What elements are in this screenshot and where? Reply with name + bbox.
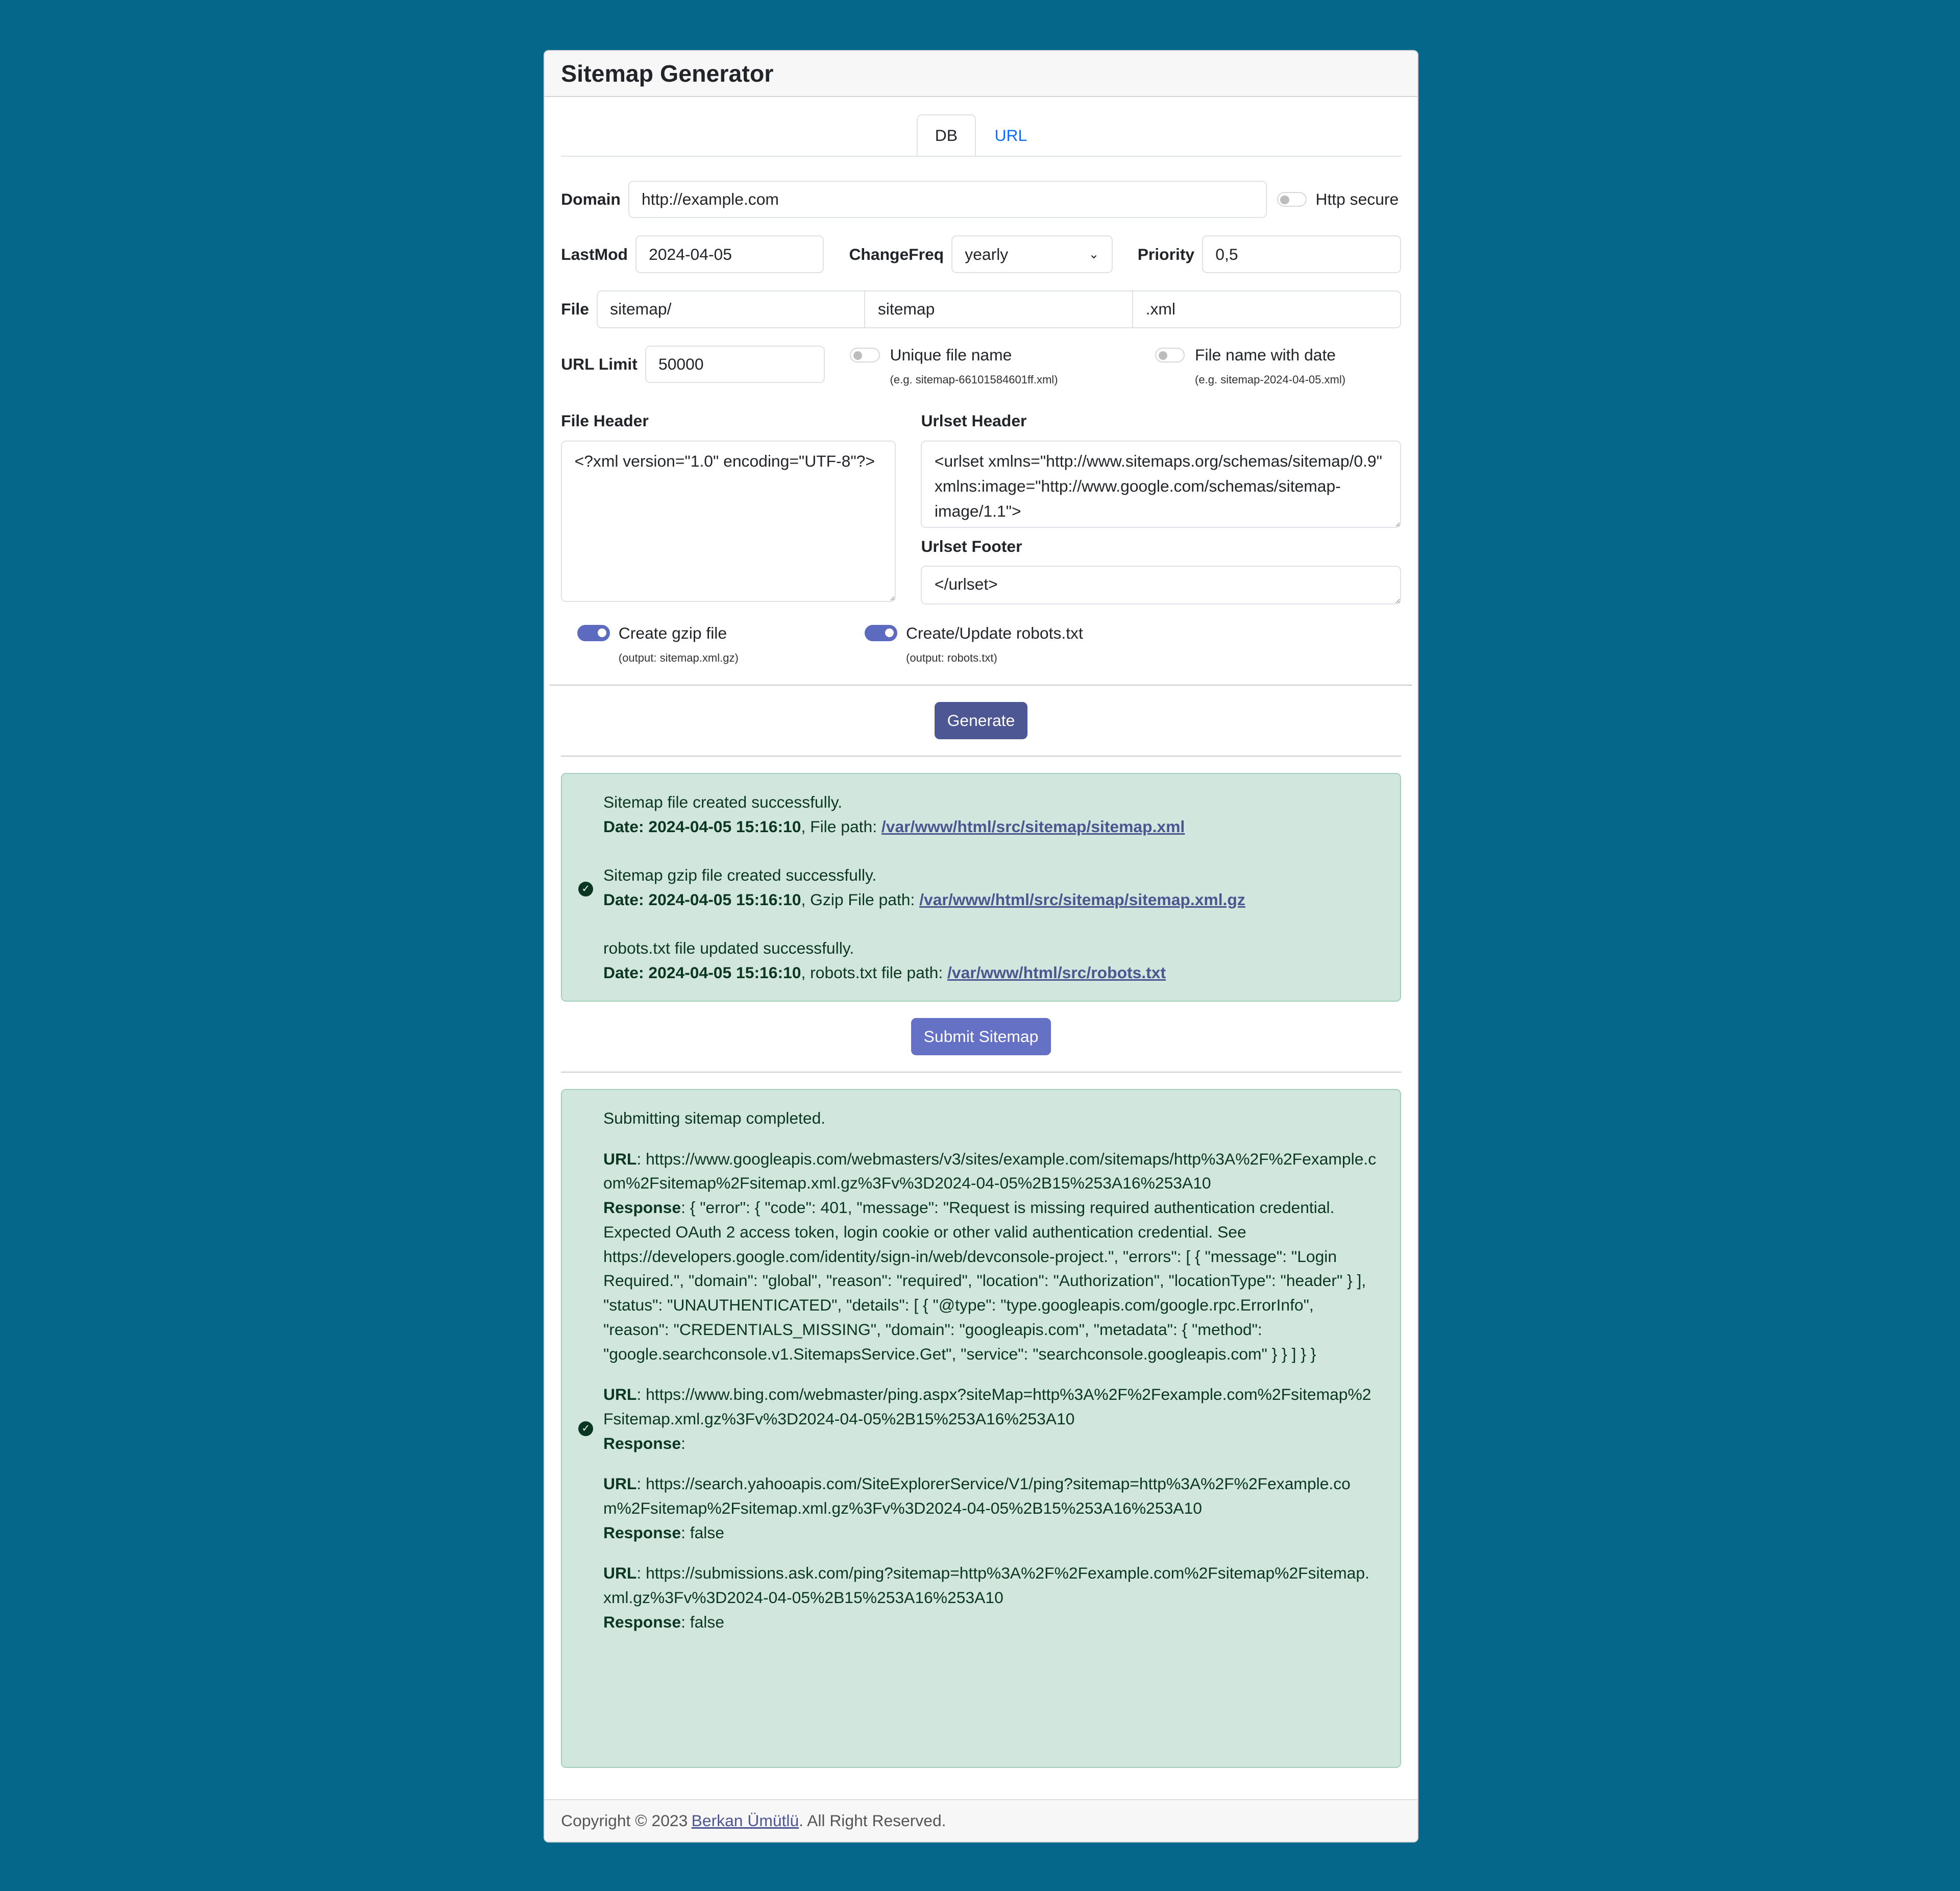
url-label: URL [603, 1385, 637, 1404]
url-limit-label: URL Limit [561, 354, 638, 373]
submission-response: { "error": { "code": 401, "message": "Re… [603, 1198, 1366, 1363]
tabs: DB URL [561, 114, 1401, 157]
result-message: Sitemap file created successfully. [603, 792, 843, 811]
urlset-footer-textarea[interactable]: </urlset> [921, 566, 1401, 605]
unique-file-name-toggle[interactable] [850, 347, 880, 363]
lastmod-label: LastMod [561, 245, 628, 263]
tab-db[interactable]: DB [916, 114, 976, 156]
gzip-toggle[interactable] [577, 625, 610, 642]
copyright-text: Copyright © 2023 [561, 1811, 688, 1830]
file-header-label: File Header [561, 411, 649, 430]
file-ext-input[interactable]: .xml [1133, 290, 1401, 328]
submission-url: https://search.yahooapis.com/SiteExplore… [603, 1474, 1351, 1517]
result-date: 2024-04-05 15:16:10 [648, 963, 801, 982]
submission-item: URL: https://www.googleapis.com/webmaste… [603, 1149, 1377, 1363]
submission-item: URL: https://search.yahooapis.com/SiteEx… [603, 1474, 1351, 1542]
response-label: Response [603, 1434, 681, 1452]
divider [561, 1072, 1401, 1073]
robots-hint: (output: robots.txt) [906, 651, 997, 664]
gzip-label: Create gzip file [618, 623, 727, 642]
check-circle-icon: ✓ [578, 881, 594, 896]
url-label: URL [603, 1474, 637, 1493]
gzip-hint: (output: sitemap.xml.gz) [618, 651, 739, 664]
file-dir-input[interactable]: sitemap/ [596, 290, 866, 328]
http-secure-toggle[interactable] [1277, 191, 1307, 207]
submission-item: URL: https://www.bing.com/webmaster/ping… [603, 1385, 1371, 1452]
url-limit-input[interactable]: 50000 [645, 345, 825, 383]
result-message: robots.txt file updated successfully. [603, 939, 854, 958]
rights-text: . All Right Reserved. [799, 1811, 946, 1830]
url-label: URL [603, 1564, 637, 1583]
divider [550, 685, 1412, 686]
file-name-date-label: File name with date [1195, 345, 1336, 364]
path-label: , Gzip File path: [801, 890, 920, 909]
submission-url: https://www.googleapis.com/webmasters/v3… [603, 1149, 1377, 1193]
robots-path-link[interactable]: /var/www/html/src/robots.txt [947, 963, 1166, 982]
urlset-footer-label: Urlset Footer [921, 537, 1022, 555]
submit-sitemap-button[interactable]: Submit Sitemap [911, 1017, 1051, 1056]
changefreq-value: yearly [965, 245, 1009, 263]
file-label: File [561, 300, 589, 319]
submission-response: false [690, 1612, 724, 1631]
response-label: Response [603, 1198, 681, 1217]
domain-label: Domain [561, 189, 621, 208]
urlset-header-textarea[interactable]: <urlset xmlns="http://www.sitemaps.org/s… [921, 440, 1401, 528]
urlset-header-label: Urlset Header [921, 411, 1027, 430]
date-label: Date: [603, 817, 644, 836]
changefreq-select[interactable]: yearly ⌄ [951, 235, 1113, 273]
unique-file-name-label: Unique file name [890, 345, 1012, 364]
submission-title: Submitting sitemap completed. [603, 1108, 826, 1127]
submission-url: https://submissions.ask.com/ping?sitemap… [603, 1564, 1369, 1607]
generate-result-alert: ✓ Sitemap file created successfully. Dat… [561, 772, 1401, 1002]
lastmod-input[interactable]: 2024-04-05 [635, 235, 824, 273]
sitemap-generator-card: Sitemap Generator DB URL Domain http://e… [544, 50, 1418, 1842]
submission-response: false [690, 1523, 724, 1542]
result-date: 2024-04-05 15:16:10 [648, 817, 801, 836]
submission-result-alert: ✓ Submitting sitemap completed. URL: htt… [561, 1089, 1401, 1768]
result-date: 2024-04-05 15:16:10 [648, 890, 801, 909]
chevron-down-icon: ⌄ [1088, 248, 1099, 262]
page-title: Sitemap Generator [561, 60, 774, 87]
sitemap-path-link[interactable]: /var/www/html/src/sitemap/sitemap.xml [881, 817, 1185, 836]
changefreq-label: ChangeFreq [849, 245, 944, 263]
author-link[interactable]: Berkan Ümütlü [692, 1811, 799, 1830]
response-label: Response [603, 1612, 681, 1631]
url-label: URL [603, 1149, 637, 1168]
path-label: , File path: [801, 817, 881, 836]
domain-input[interactable]: http://example.com [628, 180, 1267, 219]
divider [561, 756, 1401, 757]
unique-file-name-hint: (e.g. sitemap-66101584601ff.xml) [890, 373, 1058, 386]
priority-input[interactable]: 0,5 [1202, 235, 1401, 273]
submission-url: https://www.bing.com/webmaster/ping.aspx… [603, 1385, 1371, 1428]
file-header-textarea[interactable]: <?xml version="1.0" encoding="UTF-8"?> [561, 440, 896, 602]
robots-label: Create/Update robots.txt [906, 623, 1083, 642]
priority-label: Priority [1137, 245, 1195, 263]
result-message: Sitemap gzip file created successfully. [603, 866, 877, 885]
http-secure-label: Http secure [1315, 189, 1399, 208]
card-header: Sitemap Generator [545, 51, 1417, 98]
robots-toggle[interactable] [865, 625, 897, 642]
file-name-date-toggle[interactable] [1155, 347, 1185, 363]
footer: Copyright © 2023 Berkan Ümütlü. All Righ… [545, 1799, 1417, 1841]
response-label: Response [603, 1523, 681, 1542]
gzip-path-link[interactable]: /var/www/html/src/sitemap/sitemap.xml.gz [919, 890, 1245, 909]
submission-item: URL: https://submissions.ask.com/ping?si… [603, 1564, 1369, 1631]
tab-url[interactable]: URL [976, 114, 1045, 156]
check-circle-icon: ✓ [578, 1421, 594, 1437]
file-name-input[interactable]: sitemap [865, 290, 1134, 328]
file-name-date-hint: (e.g. sitemap-2024-04-05.xml) [1195, 373, 1346, 386]
generate-button[interactable]: Generate [935, 701, 1027, 740]
path-label: , robots.txt file path: [801, 963, 948, 982]
date-label: Date: [603, 890, 644, 909]
date-label: Date: [603, 963, 644, 982]
